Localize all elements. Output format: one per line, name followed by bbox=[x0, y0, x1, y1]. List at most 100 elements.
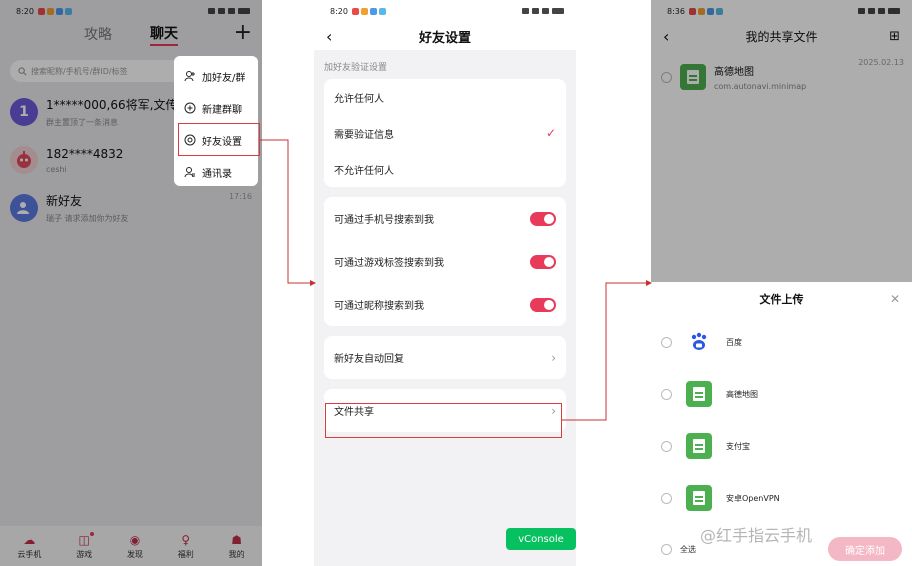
file-share-card: 文件共享 › bbox=[324, 389, 566, 432]
discover-icon: ◉ bbox=[129, 532, 141, 547]
cloud-phone-icon: ☁ bbox=[23, 532, 36, 547]
back-icon[interactable]: ‹ bbox=[326, 27, 332, 46]
tab-guide[interactable]: 攻略 bbox=[84, 24, 112, 44]
system-icons bbox=[208, 8, 250, 14]
sheet-footer: 全选 确定添加 bbox=[651, 532, 912, 566]
file-icon bbox=[686, 433, 712, 459]
nav-cloud-phone[interactable]: ☁ 云手机 bbox=[17, 533, 41, 560]
tab-chat[interactable]: 聊天 bbox=[150, 23, 178, 46]
row-label: 文件共享 bbox=[334, 407, 374, 418]
robot-avatar-icon bbox=[17, 151, 31, 168]
page-header: ‹ 我的共享文件 ⊞ bbox=[651, 22, 912, 50]
chat-preview: 瑞子 请求添加你为好友 bbox=[46, 214, 129, 223]
chat-time: 17:16 bbox=[228, 192, 252, 201]
avatar bbox=[10, 194, 38, 222]
settings-icon bbox=[184, 134, 196, 146]
nav-label: 云手机 bbox=[17, 549, 42, 559]
new-group-icon bbox=[184, 102, 196, 114]
back-icon[interactable]: ‹ bbox=[663, 27, 669, 46]
shared-files-panel: 8:36 ‹ 我的共享文件 ⊞ 高德地图 com.autonavi.minima… bbox=[651, 0, 912, 566]
notification-icons bbox=[37, 7, 72, 15]
confirm-add-button[interactable]: 确定添加 bbox=[828, 537, 902, 561]
arrow-line bbox=[260, 139, 310, 284]
plus-menu: 加好友/群 新建群聊 好友设置 通讯录 bbox=[174, 56, 258, 186]
upload-item[interactable]: 安卓OpenVPN bbox=[651, 472, 912, 524]
notification-icons bbox=[688, 7, 723, 15]
chevron-right-icon: › bbox=[551, 403, 556, 418]
page-title: 好友设置 bbox=[418, 30, 471, 46]
upload-item[interactable]: 百度 bbox=[651, 316, 912, 368]
item-label: 百度 bbox=[726, 337, 742, 347]
upload-item[interactable]: 支付宝 bbox=[651, 420, 912, 472]
nav-games[interactable]: ◫ 游戏 bbox=[76, 531, 94, 560]
item-radio[interactable] bbox=[661, 388, 672, 400]
search-toggles-card: 可通过手机号搜索到我 可通过游戏标签搜索到我 可通过昵称搜索到我 bbox=[324, 197, 566, 326]
item-radio[interactable] bbox=[661, 336, 672, 348]
nav-discover[interactable]: ◉ 发现 bbox=[127, 533, 143, 560]
toggle-switch[interactable] bbox=[530, 297, 556, 312]
toggle-label: 可通过昵称搜索到我 bbox=[334, 301, 424, 312]
option-label: 需要验证信息 bbox=[334, 129, 394, 141]
system-icons bbox=[858, 8, 900, 14]
page-header: ‹ 好友设置 bbox=[314, 22, 576, 50]
toggle-label: 可通过游戏标签搜索到我 bbox=[334, 258, 444, 269]
search-icon bbox=[18, 66, 27, 75]
menu-item-add-friend[interactable]: 加好友/群 bbox=[174, 60, 258, 92]
search-placeholder: 搜索昵称/手机号/群ID/标签 bbox=[31, 66, 128, 76]
page-title: 我的共享文件 bbox=[745, 29, 818, 44]
status-bar: 8:20 bbox=[0, 0, 262, 22]
nav-welfare[interactable]: ♀ 福利 bbox=[178, 533, 194, 560]
nav-mine[interactable]: ☗ 我的 bbox=[229, 533, 245, 560]
file-radio[interactable] bbox=[661, 71, 672, 83]
toggle-label: 可通过手机号搜索到我 bbox=[334, 215, 434, 226]
shared-file-row[interactable]: 高德地图 com.autonavi.minimap 2025.02.13 bbox=[651, 54, 912, 100]
top-tabs: 攻略 聊天 + bbox=[0, 20, 262, 46]
nav-label: 福利 bbox=[177, 549, 194, 559]
add-user-icon bbox=[184, 70, 196, 82]
menu-label: 加好友/群 bbox=[202, 72, 246, 84]
file-share-row[interactable]: 文件共享 › bbox=[324, 389, 566, 432]
toggle-row-game-tag: 可通过游戏标签搜索到我 bbox=[324, 240, 566, 283]
auto-reply-row[interactable]: 新好友自动回复 › bbox=[324, 336, 566, 379]
option-label: 不允许任何人 bbox=[334, 165, 394, 177]
vconsole-button[interactable]: vConsole bbox=[506, 528, 576, 550]
menu-item-friend-settings[interactable]: 好友设置 bbox=[174, 124, 258, 156]
chat-panel: 8:20 攻略 聊天 + 搜索昵称/手机号/群ID/标签 1 1*****000… bbox=[0, 0, 262, 566]
menu-item-contacts[interactable]: 通讯录 bbox=[174, 156, 258, 188]
chat-item[interactable]: 新好友 瑞子 请求添加你为好友 17:16 bbox=[0, 184, 262, 232]
menu-label: 新建群聊 bbox=[202, 104, 242, 116]
welfare-icon: ♀ bbox=[181, 532, 191, 547]
option-need-verify[interactable]: 需要验证信息 ✓ bbox=[324, 115, 566, 151]
select-all[interactable]: 全选 bbox=[661, 543, 696, 555]
select-all-radio[interactable] bbox=[661, 543, 672, 555]
plus-icon[interactable]: + bbox=[234, 20, 252, 45]
contacts-icon bbox=[184, 166, 196, 178]
toggle-row-phone: 可通过手机号搜索到我 bbox=[324, 197, 566, 240]
option-allow-anyone[interactable]: 允许任何人 bbox=[324, 79, 566, 115]
friend-settings-panel: 8:20 ‹ 好友设置 加好友验证设置 允许任何人 需要验证信息 ✓ 不允许任何人… bbox=[314, 0, 576, 566]
menu-label: 通讯录 bbox=[202, 168, 232, 180]
option-deny-anyone[interactable]: 不允许任何人 bbox=[324, 151, 566, 187]
file-date: 2025.02.13 bbox=[858, 58, 904, 67]
upload-folder-icon[interactable]: ⊞ bbox=[889, 29, 900, 44]
item-label: 安卓OpenVPN bbox=[726, 493, 780, 503]
upload-item[interactable]: 高德地图 bbox=[651, 368, 912, 420]
status-bar: 8:20 bbox=[314, 0, 576, 22]
checkmark-icon: ✓ bbox=[545, 126, 556, 140]
chat-name: 新好友 bbox=[46, 194, 83, 208]
item-label: 高德地图 bbox=[726, 389, 758, 399]
option-label: 允许任何人 bbox=[334, 93, 384, 105]
toggle-switch[interactable] bbox=[530, 254, 556, 269]
status-time: 8:20 bbox=[16, 6, 34, 16]
sheet-title: 文件上传 bbox=[759, 293, 804, 306]
menu-item-new-group[interactable]: 新建群聊 bbox=[174, 92, 258, 124]
item-label: 支付宝 bbox=[726, 441, 750, 451]
menu-label: 好友设置 bbox=[202, 136, 242, 148]
select-all-label: 全选 bbox=[680, 544, 696, 554]
file-package: com.autonavi.minimap bbox=[714, 82, 807, 91]
auto-reply-card: 新好友自动回复 › bbox=[324, 336, 566, 379]
item-radio[interactable] bbox=[661, 440, 672, 452]
item-radio[interactable] bbox=[661, 492, 672, 504]
close-icon[interactable]: ✕ bbox=[890, 292, 900, 306]
toggle-switch[interactable] bbox=[530, 211, 556, 226]
